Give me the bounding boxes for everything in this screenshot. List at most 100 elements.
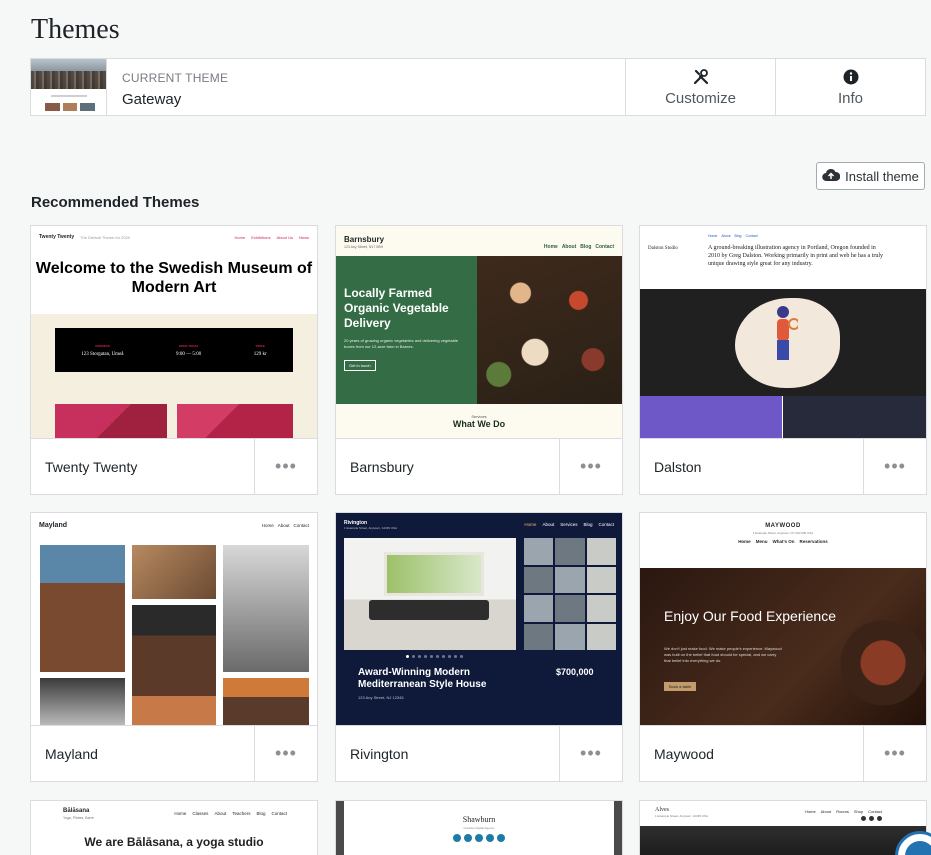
preview-nav-item: Home (805, 809, 816, 814)
preview-nav-item: Exhibitions (251, 234, 271, 240)
info-button[interactable]: Info (775, 59, 925, 115)
theme-card-barnsbury[interactable]: Barnsbury 123 Any Street, N17 0BH Home A… (335, 225, 623, 495)
preview-nav-item: Home (174, 811, 187, 816)
preview-nav-item: Home (261, 523, 274, 528)
preview-site-title: Bālāsana (63, 808, 90, 814)
preview-site-title: Barnsbury (344, 235, 385, 244)
theme-card-balasana[interactable]: Bālāsana Yoga, Pilates, Barre Home Class… (30, 800, 318, 855)
theme-name: Mayland (45, 745, 98, 762)
preview-nav-item: Home (543, 244, 558, 250)
theme-preview[interactable]: Rivington 1 Example Street, Anytown, 123… (336, 513, 622, 726)
preview-body: We don't just make food. We make people'… (664, 646, 782, 663)
preview-headline: Locally Farmed Organic Vegetable Deliver… (344, 286, 449, 330)
preview-cta: Get in touch (344, 360, 376, 371)
preview-nav-item: Home (524, 522, 537, 527)
current-theme-bar: CURRENT THEME Gateway Customize Info (30, 58, 926, 116)
preview-carousel-dots (406, 655, 463, 658)
theme-preview[interactable]: Alves 1 Example Street, Anytown, 12345 U… (640, 801, 926, 855)
preview-portrait (223, 678, 309, 725)
more-options-button[interactable]: ••• (254, 439, 317, 494)
preview-headline: We are Bālāsana, a yoga studio (84, 835, 264, 849)
preview-portrait (40, 678, 125, 725)
preview-portrait (40, 545, 125, 672)
preview-section-title: What We Do (452, 419, 506, 429)
preview-address: 1 Example Street, Anytown, NY 000 000 US… (752, 531, 814, 535)
theme-name: Maywood (654, 745, 714, 762)
preview-social-icons (344, 834, 614, 842)
preview-food-image: Enjoy Our Food Experience We don't just … (640, 568, 926, 725)
install-theme-button[interactable]: Install theme (816, 162, 925, 190)
theme-preview[interactable]: Twenty Twenty The Default Theme for 2020… (31, 226, 317, 439)
preview-nav-item: About (820, 809, 832, 814)
preview-nav-item: Home (234, 234, 246, 240)
preview-nav-item: Contact (595, 244, 614, 250)
preview-site-title: Alves (655, 807, 669, 813)
preview-intro: A ground-breaking illustration agency in… (708, 245, 884, 267)
preview-nav-item: About (561, 244, 577, 250)
preview-site-title: Shawburn (462, 815, 496, 824)
install-theme-label: Install theme (845, 168, 919, 184)
preview-site-title: Twenty Twenty (39, 234, 75, 240)
preview-portrait (132, 605, 216, 725)
more-options-button[interactable]: ••• (863, 439, 926, 494)
theme-card-rivington[interactable]: Rivington 1 Example Street, Anytown, 123… (335, 512, 623, 782)
preview-tagline: Yoga, Pilates, Barre (63, 816, 94, 820)
theme-name: Twenty Twenty (45, 458, 138, 475)
theme-card-twenty-twenty[interactable]: Twenty Twenty The Default Theme for 2020… (30, 225, 318, 495)
theme-preview[interactable]: Barnsbury 123 Any Street, N17 0BH Home A… (336, 226, 622, 439)
more-options-button[interactable]: ••• (863, 726, 926, 781)
preview-nav-item: Services (560, 522, 578, 527)
preview-portrait (223, 545, 309, 672)
preview-nav-item: Blog (734, 234, 742, 238)
theme-preview[interactable]: Mayland Home About Contact (31, 513, 317, 726)
preview-nav-item: Shop (853, 809, 864, 814)
tools-icon (692, 68, 710, 86)
theme-card-shawburn[interactable]: Shawburn Creative Digital Agency (335, 800, 623, 855)
theme-name: Rivington (350, 745, 409, 762)
preview-nav-item: Rooms (836, 809, 849, 814)
preview-listing-address: 123 Any Street, NJ 12345 (358, 695, 404, 700)
preview-purple-panel (640, 396, 782, 438)
preview-tagline: Creative Digital Agency (463, 826, 495, 830)
theme-preview[interactable]: Shawburn Creative Digital Agency (336, 801, 622, 855)
preview-social-icons (861, 816, 882, 821)
preview-nav-item: Contact (271, 811, 287, 816)
theme-preview[interactable]: Home About Blog Contact Dalston Studio A… (640, 226, 926, 439)
customize-label: Customize (665, 89, 736, 107)
page-title: Themes (31, 14, 120, 45)
theme-preview[interactable]: Bālāsana Yoga, Pilates, Barre Home Class… (31, 801, 317, 855)
more-options-button[interactable]: ••• (254, 726, 317, 781)
preview-hero-image (640, 826, 926, 855)
preview-tagline: The Default Theme for 2020 (80, 234, 131, 240)
preview-headline: Welcome to the Swedish Museum of Modern … (35, 260, 313, 296)
preview-nav-item: Blog (583, 522, 593, 527)
preview-nav-item: Blog (580, 244, 592, 250)
preview-nav-item: Menu (755, 539, 768, 544)
preview-nav-item: Home (708, 234, 718, 238)
preview-artwork (177, 404, 293, 438)
theme-preview[interactable]: MAYWOOD 1 Example Street, Anytown, NY 00… (640, 513, 926, 726)
preview-info-strip: ADDRESS 123 Storgatan, Umeå OPEN TODAY 9:0… (55, 328, 293, 372)
more-options-button[interactable]: ••• (559, 439, 622, 494)
preview-dark-panel (783, 396, 926, 438)
more-options-button[interactable]: ••• (559, 726, 622, 781)
preview-nav-item: Blog (256, 811, 266, 816)
help-icon (905, 841, 931, 855)
theme-card-alves[interactable]: Alves 1 Example Street, Anytown, 12345 U… (639, 800, 927, 855)
preview-nav-item: About (542, 522, 555, 527)
preview-nav-item: What's On (772, 539, 795, 544)
current-theme-thumbnail[interactable] (31, 59, 107, 115)
preview-nav-item: Contact (745, 234, 758, 238)
theme-name: Dalston (654, 458, 702, 475)
theme-card-maywood[interactable]: MAYWOOD 1 Example Street, Anytown, NY 00… (639, 512, 927, 782)
preview-nav-item: Home (738, 539, 751, 544)
preview-address: 123 Any Street, N17 0BH (344, 245, 384, 249)
preview-headline: Enjoy Our Food Experience (664, 608, 836, 624)
theme-card-mayland[interactable]: Mayland Home About Contact Mayland ••• (30, 512, 318, 782)
theme-card-dalston[interactable]: Home About Blog Contact Dalston Studio A… (639, 225, 927, 495)
customize-button[interactable]: Customize (625, 59, 775, 115)
preview-nav-item: Reservations (799, 539, 828, 544)
preview-artwork (55, 404, 167, 438)
preview-nav-item: Contact (598, 522, 614, 527)
preview-figure-illustration (777, 306, 798, 360)
